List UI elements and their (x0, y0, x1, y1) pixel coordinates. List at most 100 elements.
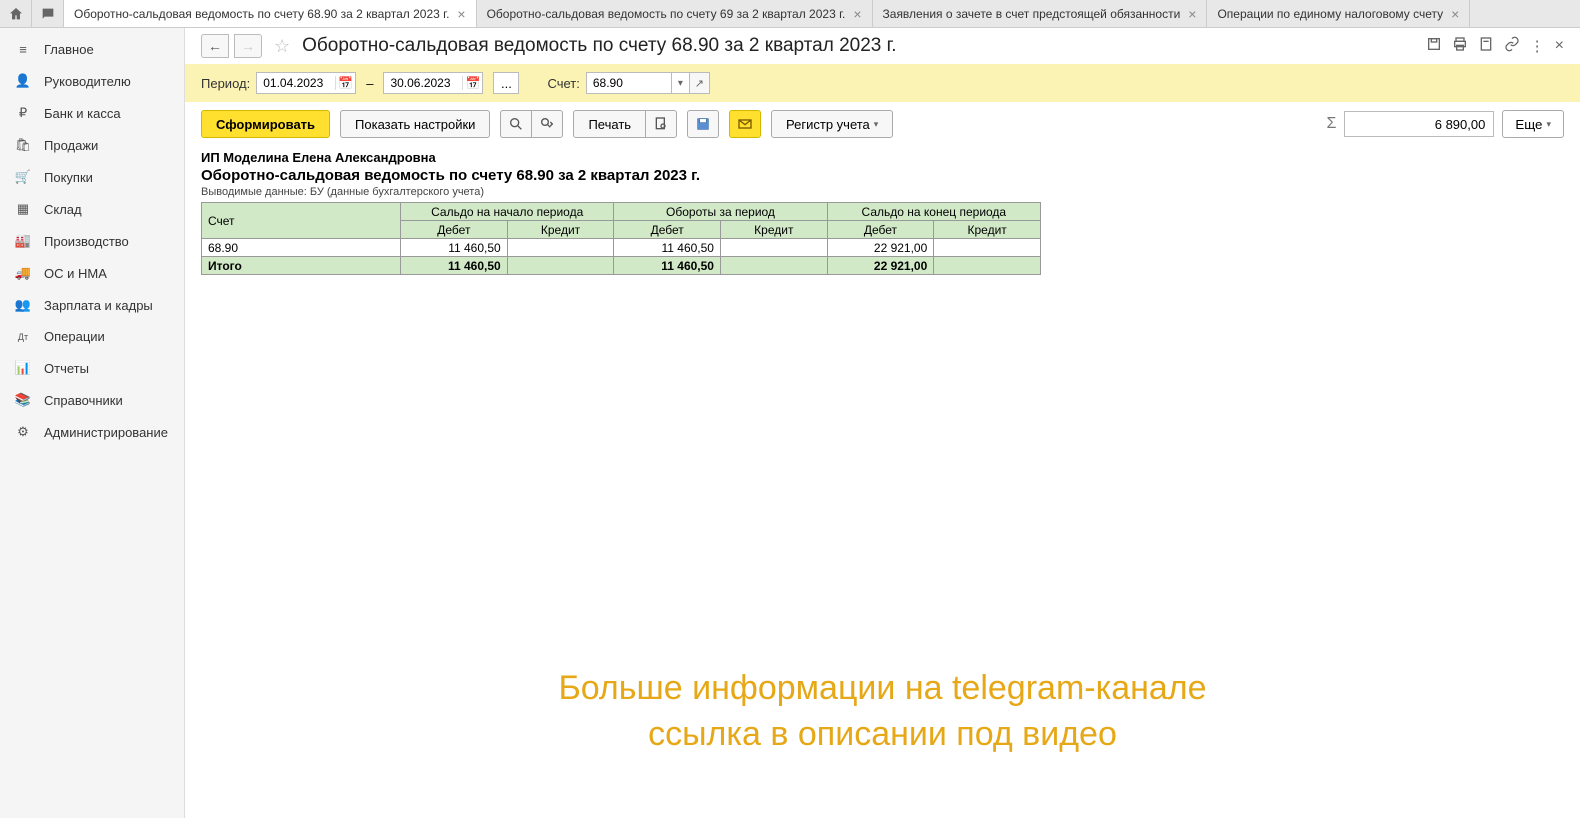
chat-icon[interactable] (32, 0, 64, 27)
calendar-icon[interactable]: 📅 (462, 76, 482, 90)
settings-button[interactable]: Показать настройки (340, 110, 490, 138)
print-button[interactable]: Печать (573, 110, 646, 138)
report-table: Счет Сальдо на начало периода Обороты за… (201, 202, 1041, 275)
sidebar-item-purchases[interactable]: 🛒 Покупки (0, 161, 184, 193)
date-from-field[interactable]: 📅 (256, 72, 356, 94)
watermark-text: Больше информации на telegram-канале ссы… (558, 666, 1206, 758)
top-tabbar: Оборотно-сальдовая ведомость по счету 68… (0, 0, 1580, 28)
toolbar: Сформировать Показать настройки Печать Р… (185, 102, 1580, 146)
chart-icon: 📊 (14, 360, 32, 376)
cell-turn-credit (720, 239, 827, 257)
print-preview-icon[interactable] (645, 110, 677, 138)
page-header: ← → ☆ Оборотно-сальдовая ведомость по сч… (185, 28, 1580, 64)
sidebar-item-reports[interactable]: 📊Отчеты (0, 352, 184, 384)
sidebar-item-label: Главное (44, 42, 94, 57)
close-icon[interactable]: × (1451, 7, 1459, 21)
more-vert-icon[interactable]: ⋮ (1530, 37, 1545, 55)
account-open-icon[interactable]: ↗ (690, 72, 710, 94)
more-button[interactable]: Еще▾ (1502, 110, 1564, 138)
print-icon[interactable] (1452, 36, 1468, 56)
account-dropdown-icon[interactable]: ▾ (672, 72, 690, 94)
cell-turn-debit: 11 460,50 (614, 239, 721, 257)
sidebar-item-label: Продажи (44, 138, 98, 153)
calc-icon[interactable] (1478, 36, 1494, 56)
close-icon[interactable]: × (853, 7, 861, 21)
tab-osv-68-90[interactable]: Оборотно-сальдовая ведомость по счету 68… (64, 0, 477, 27)
cart-icon: 🛒 (14, 169, 32, 185)
date-from-input[interactable] (257, 76, 335, 90)
sidebar-item-manager[interactable]: 👤Руководителю (0, 65, 184, 97)
menu-icon: ≡ (14, 42, 32, 57)
date-dash: – (366, 76, 373, 91)
dt-kt-icon: Дт (14, 332, 32, 342)
sidebar-item-operations[interactable]: ДтОперации (0, 321, 184, 352)
th-debit: Дебет (401, 221, 508, 239)
th-credit: Кредит (507, 221, 614, 239)
favorite-star-icon[interactable]: ☆ (274, 36, 290, 57)
truck-icon: 🚚 (14, 265, 32, 281)
period-picker-button[interactable]: ... (493, 72, 519, 94)
th-credit: Кредит (934, 221, 1041, 239)
sidebar-item-sales[interactable]: 🛍Продажи (0, 129, 184, 161)
tab-label: Оборотно-сальдовая ведомость по счету 69… (487, 7, 846, 21)
date-to-input[interactable] (384, 76, 462, 90)
period-label: Период: (201, 76, 250, 91)
cell-total-ec (934, 257, 1041, 275)
sidebar-item-label: Покупки (44, 170, 93, 185)
sidebar-item-assets[interactable]: 🚚 ОС и НМА (0, 257, 184, 289)
tab-operacii-ens[interactable]: Операции по единому налоговому счету × (1207, 0, 1470, 27)
report-org: ИП Моделина Елена Александровна (201, 150, 1564, 165)
sidebar-item-directories[interactable]: 📚Справочники (0, 384, 184, 416)
save-disk-icon[interactable] (687, 110, 719, 138)
account-input[interactable] (586, 72, 672, 94)
sidebar-item-label: ОС и НМА (44, 266, 107, 281)
cell-total-bc (507, 257, 614, 275)
cell-total-tc (720, 257, 827, 275)
table-row[interactable]: 68.90 11 460,50 11 460,50 22 921,00 (202, 239, 1041, 257)
table-total-row: Итого 11 460,50 11 460,50 22 921,00 (202, 257, 1041, 275)
nav-back-button[interactable]: ← (201, 34, 229, 58)
report-title: Оборотно-сальдовая ведомость по счету 68… (201, 167, 1564, 184)
factory-icon: 🏭 (14, 233, 32, 249)
account-label: Счет: (547, 76, 579, 91)
cell-total-ed: 22 921,00 (827, 257, 934, 275)
close-icon[interactable]: × (457, 7, 465, 21)
report-area[interactable]: ИП Моделина Елена Александровна Оборотно… (185, 146, 1580, 818)
date-to-field[interactable]: 📅 (383, 72, 483, 94)
tab-label: Операции по единому налоговому счету (1217, 7, 1443, 21)
save-icon[interactable] (1426, 36, 1442, 56)
cell-begin-debit: 11 460,50 (401, 239, 508, 257)
home-icon[interactable] (0, 0, 32, 27)
th-begin: Сальдо на начало периода (401, 203, 614, 221)
register-button[interactable]: Регистр учета ▾ (771, 110, 893, 138)
tab-label: Заявления о зачете в счет предстоящей об… (883, 7, 1181, 21)
tab-zayavleniya[interactable]: Заявления о зачете в счет предстоящей об… (873, 0, 1208, 27)
tab-label: Оборотно-сальдовая ведомость по счету 68… (74, 7, 449, 21)
link-icon[interactable] (1504, 36, 1520, 56)
cell-account: 68.90 (202, 239, 401, 257)
sum-input[interactable] (1344, 111, 1494, 137)
sidebar-item-warehouse[interactable]: ▦Склад (0, 193, 184, 225)
cell-total-label: Итого (202, 257, 401, 275)
close-icon[interactable]: × (1188, 7, 1196, 21)
sidebar-item-main[interactable]: ≡ Главное (0, 34, 184, 65)
th-debit: Дебет (827, 221, 934, 239)
sidebar-item-admin[interactable]: ⚙Администрирование (0, 416, 184, 448)
gear-icon: ⚙ (14, 424, 32, 440)
cell-begin-credit (507, 239, 614, 257)
tab-osv-69[interactable]: Оборотно-сальдовая ведомость по счету 69… (477, 0, 873, 27)
form-button[interactable]: Сформировать (201, 110, 330, 138)
search-next-icon[interactable] (531, 110, 563, 138)
close-icon[interactable]: × (1555, 37, 1564, 55)
calendar-icon[interactable]: 📅 (335, 76, 355, 90)
nav-forward-button[interactable]: → (234, 34, 262, 58)
mail-icon[interactable] (729, 110, 761, 138)
sidebar-item-payroll[interactable]: 👥Зарплата и кадры (0, 289, 184, 321)
cell-total-bd: 11 460,50 (401, 257, 508, 275)
cell-end-debit: 22 921,00 (827, 239, 934, 257)
sidebar-item-production[interactable]: 🏭Производство (0, 225, 184, 257)
manager-icon: 👤 (14, 73, 32, 89)
ruble-icon: ₽ (14, 105, 32, 121)
sidebar-item-bank[interactable]: ₽Банк и касса (0, 97, 184, 129)
search-icon[interactable] (500, 110, 532, 138)
